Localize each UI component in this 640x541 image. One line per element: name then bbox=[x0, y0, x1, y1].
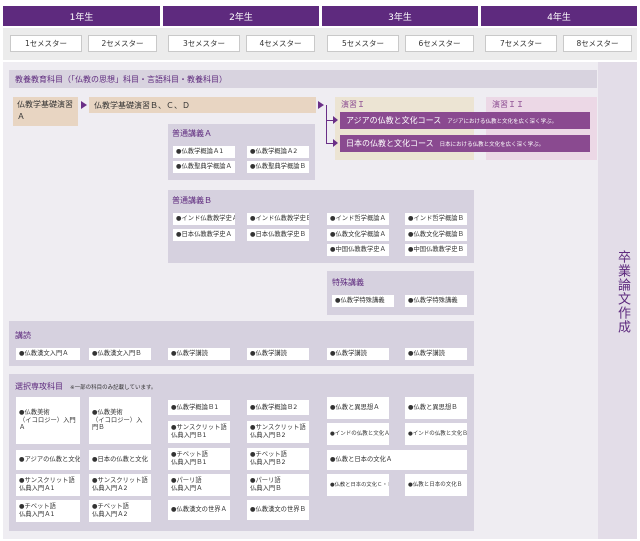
list-item: ●中国仏教教学史Ａ bbox=[327, 244, 389, 256]
arrow-icon bbox=[318, 101, 324, 109]
course-asia: アジアの仏教と文化コース アジアにおける仏教と文化を広く深く学ぶ。 bbox=[340, 112, 590, 129]
special-title: 特殊講義 bbox=[332, 278, 364, 287]
list-item: ●サンスクリット語 仏典入門Ａ1 bbox=[16, 474, 80, 496]
list-item: ●チベット語 仏典入門Ａ1 bbox=[16, 500, 80, 522]
general-b-title: 普通講義Ｂ bbox=[172, 196, 212, 205]
list-item: ●サンスクリット語 仏典入門Ａ2 bbox=[89, 474, 151, 496]
list-item: ●仏教学概論Ｂ2 bbox=[247, 400, 309, 415]
list-item: ●サンスクリット語 仏典入門Ｂ2 bbox=[247, 421, 309, 443]
liberal-arts-bar: 教養教育科目（「仏教の思想」科目・言語科目・教養科目） bbox=[9, 70, 597, 88]
semester-4: 4セメスター bbox=[246, 35, 315, 52]
elective-title: 選択専攻科目 bbox=[15, 382, 63, 391]
list-item: ●サンスクリット語 仏典入門Ｂ1 bbox=[168, 421, 230, 443]
basic-seminar-a: 仏教学基礎演習Ａ bbox=[13, 97, 78, 126]
course-japan-desc: 日本における仏教と文化を広く深く学ぶ。 bbox=[439, 141, 545, 148]
arrow-icon bbox=[81, 101, 87, 109]
list-item: ●アジアの仏教と文化 bbox=[16, 450, 80, 470]
elective-note: ※一部の科目のみ記載しています。 bbox=[70, 385, 157, 391]
list-item: ●仏教学講読 bbox=[405, 348, 467, 360]
list-item: ●仏教文化学概論Ｂ bbox=[405, 229, 467, 241]
connector-line bbox=[326, 105, 327, 143]
list-item: ●インドの仏教と文化Ａ bbox=[327, 423, 389, 445]
list-item: ●パーリ語 仏典入門Ａ bbox=[168, 474, 230, 496]
arrow-icon bbox=[333, 116, 338, 124]
list-item: ●仏教と異思想Ｂ bbox=[405, 397, 467, 419]
list-item: ●中国仏教教学史Ｂ bbox=[405, 244, 467, 256]
list-item: ●仏教学概論Ａ2 bbox=[247, 146, 309, 158]
list-item: ●日本仏教教学史Ｂ bbox=[247, 229, 309, 241]
reading-title: 講読 bbox=[15, 331, 31, 340]
semester-2: 2セメスター bbox=[88, 35, 157, 52]
list-item: ●仏教学講読 bbox=[247, 348, 309, 360]
list-item: ●インド仏教教学史Ｂ bbox=[247, 213, 309, 225]
course-japan-name: 日本の仏教と文化コース bbox=[346, 139, 434, 148]
arrow-icon bbox=[333, 139, 338, 147]
year-header-4: 4年生 bbox=[481, 6, 637, 26]
list-item: ●仏教聖典学概論Ｂ bbox=[247, 161, 309, 173]
course-asia-desc: アジアにおける仏教と文化を広く深く学ぶ。 bbox=[447, 118, 558, 125]
list-item: ●インド仏教教学史Ａ bbox=[173, 213, 235, 225]
seminar2-label: 演習ＩＩ bbox=[492, 100, 524, 109]
list-item: ●仏教美術 （イコロジー）入門Ｂ bbox=[89, 397, 151, 444]
semester-8: 8セメスター bbox=[563, 35, 632, 52]
list-item: ●仏教聖典学概論Ａ bbox=[173, 161, 235, 173]
list-item: ●仏教と日本の文化Ａ bbox=[327, 450, 467, 470]
list-item: ●仏教学概論Ａ1 bbox=[173, 146, 235, 158]
list-item: ●仏教学講読 bbox=[168, 348, 230, 360]
list-item: ●仏教と日本の文化Ｃ・Ｄ bbox=[327, 474, 389, 496]
list-item: ●パーリ語 仏典入門Ｂ bbox=[247, 474, 309, 496]
list-item: ●仏教学特殊講義 bbox=[332, 295, 394, 307]
year-header-1: 1年生 bbox=[3, 6, 160, 26]
list-item: ●インド哲学概論Ａ bbox=[327, 213, 389, 225]
general-a-title: 普通講義Ａ bbox=[172, 129, 212, 138]
list-item: ●仏教漢文入門Ａ bbox=[16, 348, 80, 360]
list-item: ●仏教学特殊講義 bbox=[405, 295, 467, 307]
list-item: ●仏教文化学概論Ａ bbox=[327, 229, 389, 241]
list-item: ●仏教漢文入門Ｂ bbox=[89, 348, 151, 360]
basic-seminar-bcd: 仏教学基礎演習Ｂ、Ｃ、Ｄ bbox=[89, 97, 316, 113]
list-item: ●インド哲学概論Ｂ bbox=[405, 213, 467, 225]
semester-5: 5セメスター bbox=[327, 35, 399, 52]
semester-7: 7セメスター bbox=[485, 35, 557, 52]
list-item: ●チベット語 仏典入門Ａ2 bbox=[89, 500, 151, 522]
list-item: ●チベット語 仏典入門Ｂ1 bbox=[168, 448, 230, 470]
semester-1: 1セメスター bbox=[10, 35, 82, 52]
list-item: ●仏教学概論Ｂ1 bbox=[168, 400, 230, 415]
list-item: ●日本仏教教学史Ａ bbox=[173, 229, 235, 241]
course-japan: 日本の仏教と文化コース 日本における仏教と文化を広く深く学ぶ。 bbox=[340, 135, 590, 152]
list-item: ●インドの仏教と文化Ｂ bbox=[405, 423, 467, 445]
list-item: ●仏教漢文の世界Ａ bbox=[168, 500, 230, 520]
list-item: ●仏教と異思想Ａ bbox=[327, 397, 389, 419]
seminar1-label: 演習Ｉ bbox=[341, 100, 365, 109]
course-asia-name: アジアの仏教と文化コース bbox=[346, 116, 442, 125]
thesis-label: 卒業論文作成 bbox=[615, 250, 630, 334]
year-header-3: 3年生 bbox=[322, 6, 478, 26]
list-item: ●仏教と日本の文化Ｂ bbox=[405, 474, 467, 496]
semester-3: 3セメスター bbox=[168, 35, 240, 52]
year-header-2: 2年生 bbox=[163, 6, 319, 26]
list-item: ●チベット語 仏典入門Ｂ2 bbox=[247, 448, 309, 470]
list-item: ●仏教美術 （イコロジー）入門Ａ bbox=[16, 397, 80, 444]
list-item: ●仏教漢文の世界Ｂ bbox=[247, 500, 309, 520]
list-item: ●仏教学講読 bbox=[327, 348, 389, 360]
list-item: ●日本の仏教と文化 bbox=[89, 450, 151, 470]
semester-6: 6セメスター bbox=[405, 35, 474, 52]
